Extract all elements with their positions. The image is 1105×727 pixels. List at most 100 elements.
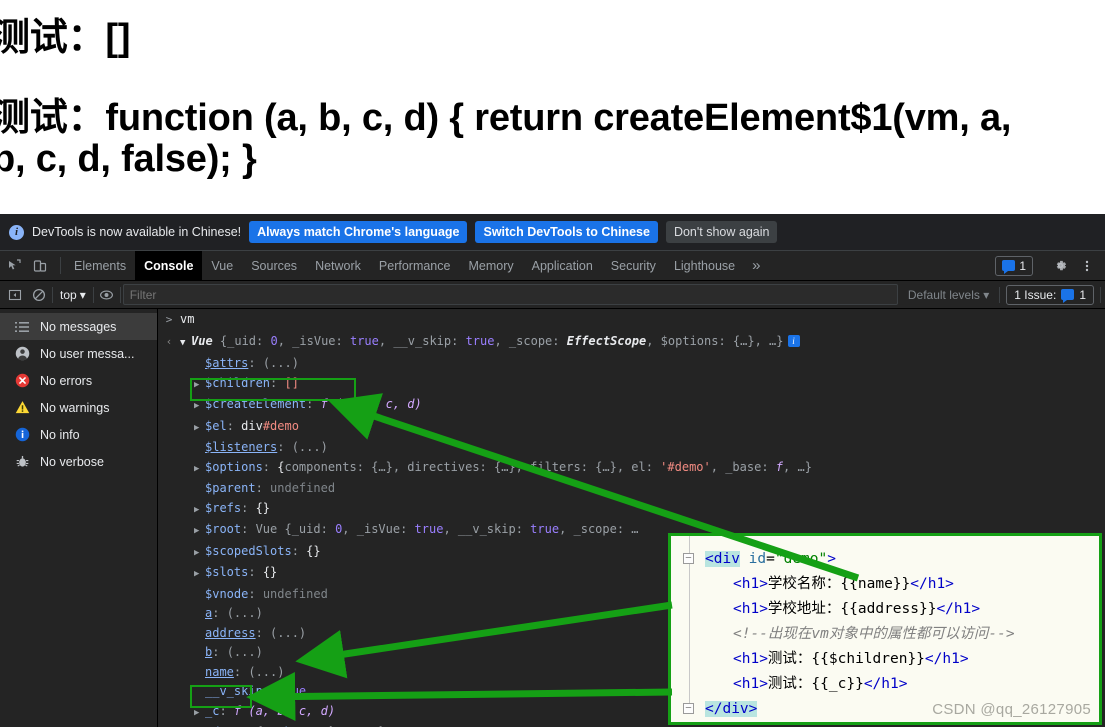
expand-caret-icon[interactable]: ▶ xyxy=(194,376,205,396)
clear-console-icon[interactable] xyxy=(28,284,50,306)
property-value[interactable]: true xyxy=(277,684,306,698)
filterbar-divider-3 xyxy=(119,286,121,303)
sidebar-item-warnings[interactable]: No warnings xyxy=(0,394,157,421)
execution-context-selector[interactable]: top ▾ xyxy=(55,287,91,303)
property-value[interactable]: f (a, b, c, d) xyxy=(234,704,335,718)
property-name[interactable]: $root xyxy=(205,522,241,536)
tab-application[interactable]: Application xyxy=(523,251,602,280)
property-name[interactable]: $createElement xyxy=(205,397,306,411)
property-value[interactable]: [] xyxy=(284,376,298,390)
property-value[interactable]: undefined xyxy=(270,481,335,495)
property-value[interactable]: (...) xyxy=(227,606,263,620)
switch-devtools-to-chinese-button[interactable]: Switch DevTools to Chinese xyxy=(475,221,658,243)
sidebar-item-errors[interactable]: No errors xyxy=(0,367,157,394)
sidebar-item-verbose[interactable]: No verbose xyxy=(0,448,157,475)
property-value[interactable]: (...) xyxy=(248,665,284,679)
property-name[interactable]: $attrs xyxy=(205,356,248,370)
property-value[interactable]: {} xyxy=(306,544,320,558)
property-name[interactable]: address xyxy=(205,626,256,640)
property-name[interactable]: $refs xyxy=(205,501,241,515)
sidebar-item-label: No warnings xyxy=(40,400,110,415)
property-name[interactable]: $options xyxy=(205,460,263,474)
property-value[interactable]: (...) xyxy=(270,626,306,640)
notification-message: DevTools is now available in Chinese! xyxy=(32,225,242,239)
issues-chip-label: 1 Issue: xyxy=(1014,287,1057,302)
gear-icon[interactable] xyxy=(1048,254,1072,278)
more-tabs-chevron-icon[interactable]: » xyxy=(744,251,768,280)
property-name[interactable]: $listeners xyxy=(205,440,277,454)
result-class-name: Vue xyxy=(191,333,213,348)
property-value[interactable]: (...) xyxy=(263,356,299,370)
dont-show-again-button[interactable]: Don't show again xyxy=(665,221,778,243)
tab-vue[interactable]: Vue xyxy=(202,251,242,280)
expand-caret-icon[interactable]: ▶ xyxy=(194,501,205,521)
property-name[interactable]: $el xyxy=(205,419,227,433)
tab-lighthouse[interactable]: Lighthouse xyxy=(665,251,744,280)
live-expression-icon[interactable] xyxy=(96,284,118,306)
code-fold-icon[interactable]: – xyxy=(683,553,694,564)
issues-chip-button[interactable]: 1 Issue: 1 xyxy=(1006,284,1094,305)
property-name[interactable]: $children xyxy=(205,376,270,390)
filter-input[interactable] xyxy=(122,284,898,305)
tab-memory[interactable]: Memory xyxy=(459,251,522,280)
console-result-line: ‹ ▼ Vue {_uid: 0, _isVue: true, __v_skip:… xyxy=(158,331,1105,355)
kebab-menu-icon[interactable] xyxy=(1075,254,1099,278)
property-name[interactable]: _c xyxy=(205,704,219,718)
result-header[interactable]: ▼ Vue {_uid: 0, _isVue: true, __v_skip: t… xyxy=(180,332,800,354)
property-value[interactable]: Vue {_uid: 0, _isVue: true, __v_skip: tr… xyxy=(256,522,639,536)
devtools-tabs: Elements Console Vue Sources Network Per… xyxy=(65,251,995,280)
expand-caret-icon[interactable]: ▼ xyxy=(180,334,191,354)
property-value[interactable]: (...) xyxy=(227,645,263,659)
tab-performance[interactable]: Performance xyxy=(370,251,460,280)
expand-caret-icon[interactable]: ▶ xyxy=(194,522,205,542)
sidebar-item-messages[interactable]: No messages xyxy=(0,313,157,340)
property-name[interactable]: $scopedSlots xyxy=(205,544,292,558)
device-toolbar-icon[interactable] xyxy=(28,254,52,278)
property-value[interactable]: undefined xyxy=(263,587,328,601)
property-name[interactable]: name xyxy=(205,665,234,679)
sidebar-item-info[interactable]: No info xyxy=(0,421,157,448)
expand-caret-icon[interactable]: ▶ xyxy=(194,544,205,564)
expand-caret-icon[interactable]: ▶ xyxy=(194,419,205,439)
log-levels-selector[interactable]: Default levels ▾ xyxy=(900,288,997,302)
execution-context-label: top xyxy=(60,287,77,302)
message-bubble-icon xyxy=(1061,289,1075,303)
property-name[interactable]: $vnode xyxy=(205,587,248,601)
console-filter-toolbar: top ▾ Default levels ▾ 1 Issue: 1 xyxy=(0,281,1105,309)
property-name[interactable]: $parent xyxy=(205,481,256,495)
code-fold-icon[interactable]: – xyxy=(683,703,694,714)
log-levels-label: Default levels xyxy=(907,287,980,302)
property-value[interactable]: {} xyxy=(256,501,270,515)
tab-security[interactable]: Security xyxy=(602,251,665,280)
property-value[interactable]: {components: {…}, directives: {…}, filte… xyxy=(277,460,812,474)
devtools-tabbar: Elements Console Vue Sources Network Per… xyxy=(0,251,1105,281)
sidebar-item-user-messages[interactable]: No user messa... xyxy=(0,340,157,367)
message-bubble-icon xyxy=(1002,260,1016,274)
info-badge-icon[interactable]: i xyxy=(787,334,800,347)
expand-caret-icon[interactable]: ▶ xyxy=(194,704,205,724)
inspect-element-icon[interactable] xyxy=(2,254,26,278)
warning-icon xyxy=(14,400,30,415)
property-value[interactable]: (...) xyxy=(292,440,328,454)
expand-caret-icon[interactable]: ▶ xyxy=(194,460,205,480)
sidebar-item-label: No info xyxy=(40,427,80,442)
property-name[interactable]: $slots xyxy=(205,565,248,579)
property-value[interactable]: div#demo xyxy=(241,419,299,433)
property-value[interactable]: f (a, b, c, d) xyxy=(321,397,422,411)
issues-counter-button[interactable]: 1 xyxy=(995,255,1033,276)
code-line-h1-children: <h1>测试：{{$children}}</h1> xyxy=(733,651,969,667)
code-line-h1-name: <h1>学校名称：{{name}}</h1> xyxy=(733,576,954,592)
expand-caret-icon[interactable]: ▶ xyxy=(194,397,205,417)
property-value[interactable]: {} xyxy=(263,565,277,579)
chevron-down-icon: ▾ xyxy=(79,287,86,302)
sidebar-toggle-icon[interactable] xyxy=(4,284,26,306)
tab-console[interactable]: Console xyxy=(135,251,203,280)
property-name[interactable]: __v_skip xyxy=(205,684,263,698)
property-row-options: ▶ $options: {components: {…}, directives:… xyxy=(158,458,1105,480)
always-match-language-button[interactable]: Always match Chrome's language xyxy=(249,221,468,243)
tab-elements[interactable]: Elements xyxy=(65,251,135,280)
sidebar-item-label: No user messa... xyxy=(40,346,135,361)
tab-sources[interactable]: Sources xyxy=(242,251,306,280)
tab-network[interactable]: Network xyxy=(306,251,370,280)
expand-caret-icon[interactable]: ▶ xyxy=(194,565,205,585)
